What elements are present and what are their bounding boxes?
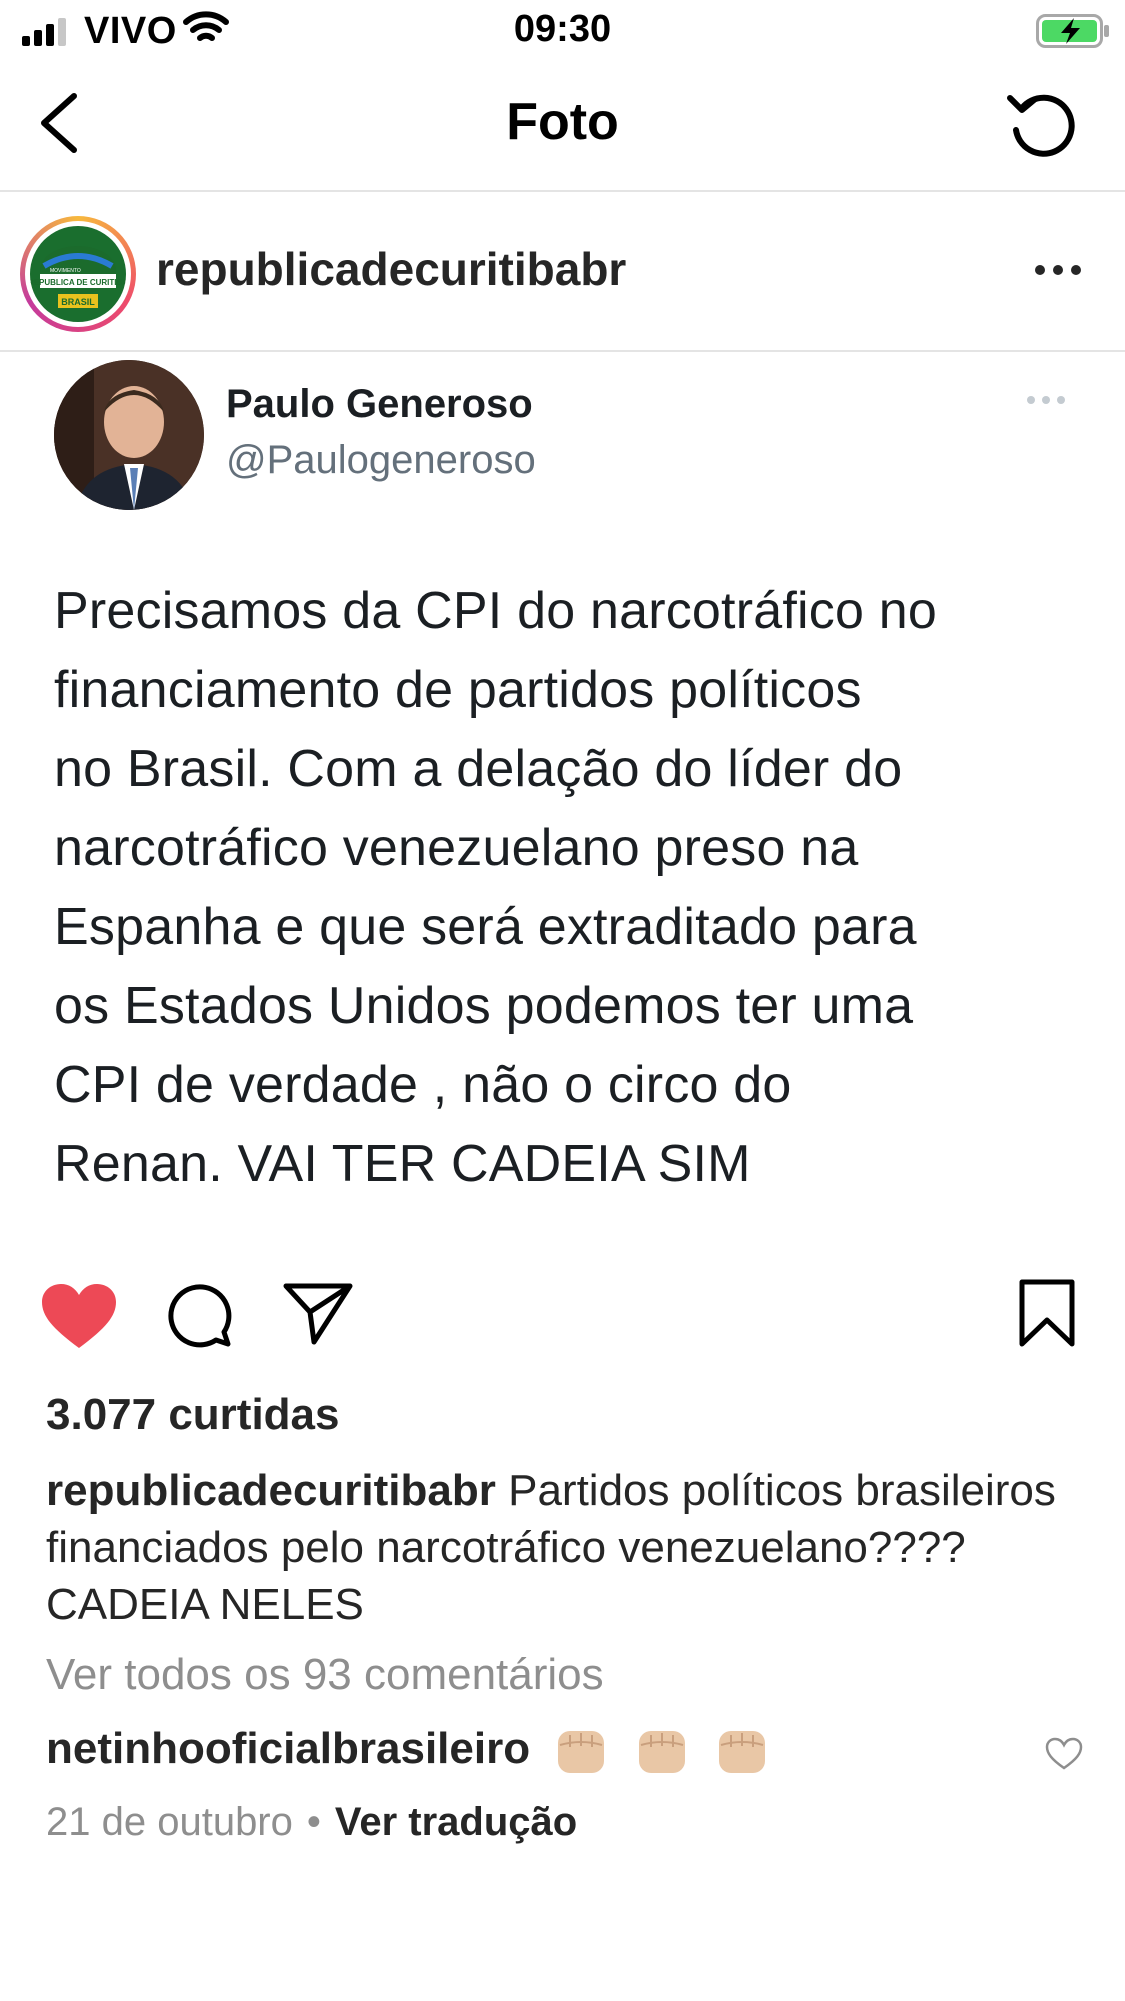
tweet-line: financiamento de partidos políticos [54, 661, 862, 719]
separator-dot: • [306, 1800, 321, 1844]
page-title: Foto [506, 93, 619, 151]
bookmark-icon[interactable] [1016, 1278, 1078, 1348]
status-bar: VIVO 09:30 [0, 0, 1125, 62]
tweet-line: narcotráfico venezuelano preso na [54, 819, 859, 877]
post-username[interactable]: republicadecuritibabr [156, 242, 626, 296]
post-image: Paulo Generoso @Paulogeneroso Precisamos… [0, 352, 1125, 1252]
clock: 09:30 [513, 8, 612, 50]
battery-icon [1036, 14, 1109, 48]
tweet-line: Renan. VAI TER CADEIA SIM [54, 1135, 751, 1193]
tweet-more-icon [1027, 396, 1065, 404]
refresh-icon[interactable] [1004, 86, 1080, 162]
avatar[interactable]: REPUBLICA DE CURITIBA MOVIMENTO BRASIL [20, 216, 136, 332]
nav-header: Foto [0, 62, 1125, 192]
tweet-line: Espanha e que será extraditado para [54, 898, 917, 956]
translate-link[interactable]: Ver tradução [335, 1800, 577, 1844]
tweet-author-handle: @Paulogeneroso [226, 438, 536, 482]
fist-emoji-icon [718, 1730, 765, 1773]
small-heart-icon[interactable] [1044, 1736, 1084, 1772]
fist-emoji-icon [558, 1730, 605, 1773]
logo-top-text: MOVIMENTO [50, 268, 81, 274]
comment-emojis [552, 1724, 780, 1778]
logo-middle-text: REPUBLICA DE CURITIBA [30, 278, 126, 287]
tweet-line: CPI de verdade , não o circo do [54, 1056, 792, 1114]
more-icon[interactable] [1030, 250, 1086, 290]
tweet-line: os Estados Unidos podemos ter uma [54, 977, 914, 1035]
action-bar [0, 1278, 1125, 1368]
comment-meta: 21 de outubro • Ver tradução [46, 1800, 577, 1845]
fist-emoji-icon [638, 1730, 685, 1773]
share-icon[interactable] [282, 1280, 354, 1346]
comment-icon[interactable] [164, 1280, 232, 1348]
caption: republicadecuritibabr Partidos políticos… [46, 1462, 1086, 1633]
brand-logo: REPUBLICA DE CURITIBA MOVIMENTO BRASIL [30, 226, 126, 322]
tweet-author-name: Paulo Generoso [226, 382, 533, 426]
caption-username[interactable]: republicadecuritibabr [46, 1466, 496, 1515]
heart-icon[interactable] [40, 1282, 118, 1352]
likes-count[interactable]: 3.077 curtidas [46, 1390, 340, 1440]
view-comments-link[interactable]: Ver todos os 93 comentários [46, 1650, 604, 1700]
post-header: REPUBLICA DE CURITIBA MOVIMENTO BRASIL r… [0, 192, 1125, 352]
tweet-line: no Brasil. Com a delação do líder do [54, 740, 903, 798]
tweet-text: Precisamos da CPI do narcotráfico no fin… [54, 572, 1094, 1204]
post-date: 21 de outubro [46, 1800, 293, 1844]
comment-username[interactable]: netinhooficialbrasileiro [46, 1724, 530, 1773]
logo-bottom-text: BRASIL [61, 297, 95, 307]
tweet-line: Precisamos da CPI do narcotráfico no [54, 582, 937, 640]
tweet-avatar [54, 360, 204, 510]
comment-row: netinhooficialbrasileiro [46, 1724, 1086, 1779]
